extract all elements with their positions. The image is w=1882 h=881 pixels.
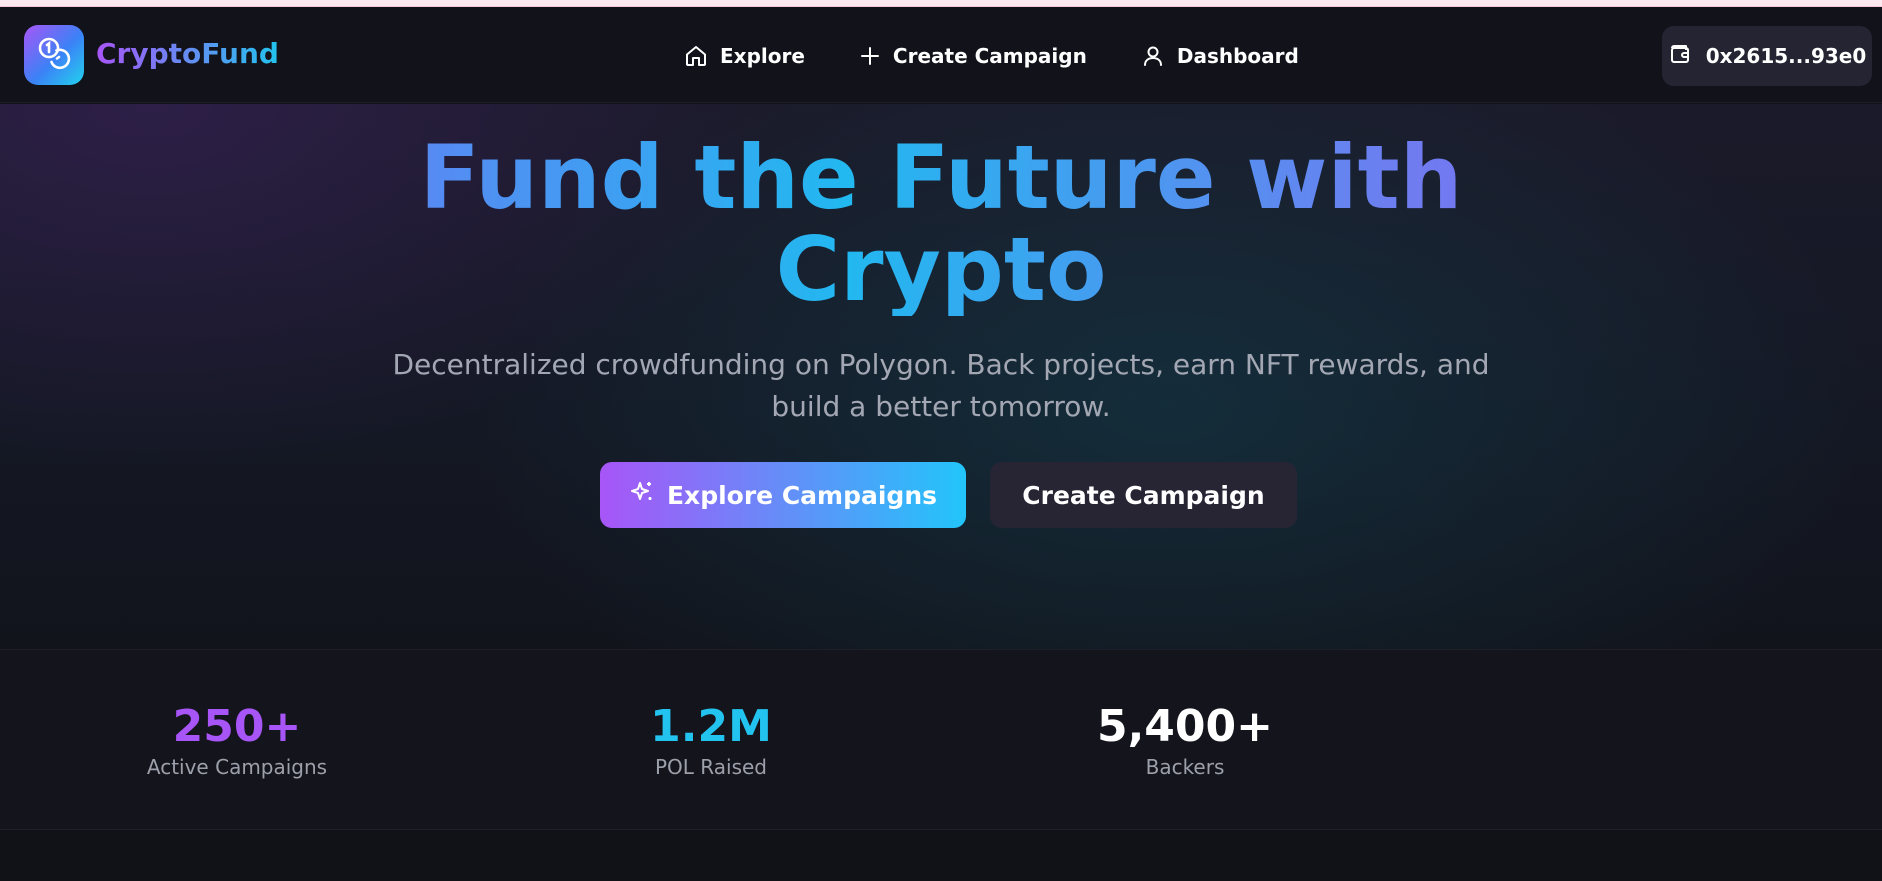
stat-active-campaigns: 250+ Active Campaigns (77, 702, 397, 780)
user-icon (1141, 44, 1165, 68)
explore-campaigns-button[interactable]: Explore Campaigns (600, 462, 966, 528)
hero-title-line-1: Fund the Future with (419, 126, 1463, 229)
explore-campaigns-label: Explore Campaigns (666, 480, 937, 510)
navbar: CryptoFund Explore Create Campaign Dashb… (0, 7, 1882, 103)
stats-section: 250+ Active Campaigns 1.2M POL Raised 5,… (0, 649, 1882, 830)
nav-item-label: Create Campaign (892, 44, 1087, 68)
wallet-address: 0x2615...93e0 (1705, 44, 1867, 68)
wallet-button[interactable]: 0x2615...93e0 (1662, 26, 1872, 86)
browser-top-strip (0, 0, 1882, 7)
hero-subtitle: Decentralized crowdfunding on Polygon. B… (392, 348, 1490, 423)
stat-value: 5,400+ (1096, 701, 1274, 752)
main-nav: Explore Create Campaign Dashboard (684, 37, 1299, 75)
brand-name[interactable]: CryptoFund (96, 37, 279, 70)
stat-value: 250+ (172, 701, 302, 752)
hero-title: Fund the Future with Crypto (0, 132, 1882, 316)
nav-item-label: Dashboard (1176, 44, 1299, 68)
coins-icon (36, 35, 72, 75)
create-campaign-label: Create Campaign (1022, 480, 1265, 510)
sparkles-icon (629, 479, 655, 511)
wallet-icon (1668, 42, 1692, 71)
logo[interactable] (24, 25, 84, 85)
plus-icon (859, 45, 881, 67)
nav-item-explore[interactable]: Explore (684, 44, 805, 68)
nav-item-create-campaign[interactable]: Create Campaign (859, 44, 1087, 68)
stat-value: 1.2M (650, 701, 772, 752)
stat-label: Active Campaigns (146, 755, 328, 779)
hero-section: Fund the Future with Crypto Decentralize… (0, 104, 1882, 649)
nav-item-dashboard[interactable]: Dashboard (1141, 44, 1299, 68)
nav-item-label: Explore (720, 44, 805, 68)
stat-label: POL Raised (655, 755, 767, 779)
create-campaign-button[interactable]: Create Campaign (990, 462, 1297, 528)
stat-backers: 5,400+ Backers (1025, 702, 1345, 780)
stat-pol-raised: 1.2M POL Raised (551, 702, 871, 780)
content-area (0, 830, 1882, 881)
home-icon (684, 44, 708, 68)
stat-label: Backers (1145, 755, 1225, 779)
hero-title-line-2: Crypto (775, 218, 1107, 321)
